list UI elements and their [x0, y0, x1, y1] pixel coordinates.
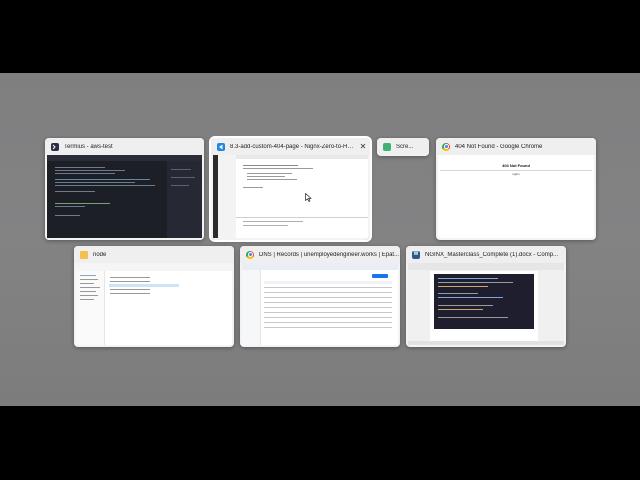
window-snip[interactable]: Scre... — [377, 138, 429, 156]
window-preview: 404 Not Found nginx — [438, 155, 594, 238]
termius-icon — [51, 142, 59, 151]
chrome-icon — [246, 250, 254, 259]
chrome-icon — [442, 142, 450, 151]
close-icon[interactable]: ✕ — [356, 142, 370, 151]
window-preview — [47, 155, 202, 238]
titlebar: 404 Not Found - Google Chrome — [436, 138, 596, 155]
window-preview — [76, 263, 232, 345]
window-vscode[interactable]: 8.3-add-custom-404-page - Nignx-Zero-to-… — [209, 136, 372, 242]
window-title: 404 Not Found - Google Chrome — [455, 143, 543, 150]
page-heading: 404 Not Found — [502, 163, 530, 168]
snipping-tool-icon — [383, 142, 391, 151]
window-title: Termius - aws-test — [64, 143, 113, 150]
window-termius[interactable]: Termius - aws-test — [45, 138, 204, 240]
window-preview — [213, 155, 368, 238]
window-preview — [242, 263, 398, 345]
folder-icon — [80, 250, 88, 259]
titlebar: Scre... — [377, 138, 429, 155]
titlebar: Termius - aws-test — [45, 138, 204, 155]
page-footer: nginx — [512, 172, 520, 176]
window-title: Scre... — [396, 143, 414, 150]
vscode-icon — [217, 142, 225, 151]
window-preview — [408, 263, 564, 345]
window-word[interactable]: W NGINX_Masterclass_Complete (1).docx - … — [406, 246, 566, 347]
window-title: 8.3-add-custom-404-page - Nignx-Zero-to-… — [230, 143, 356, 150]
titlebar: 8.3-add-custom-404-page - Nignx-Zero-to-… — [211, 138, 370, 155]
window-title: DNS | Records | unemployedengineer.works… — [259, 251, 400, 258]
mouse-cursor-icon — [305, 193, 312, 202]
titlebar: node — [74, 246, 234, 263]
window-chrome-dns[interactable]: DNS | Records | unemployedengineer.works… — [240, 246, 400, 347]
titlebar: DNS | Records | unemployedengineer.works… — [240, 246, 400, 263]
window-title: node — [93, 251, 107, 258]
window-explorer-node[interactable]: node — [74, 246, 234, 347]
titlebar: W NGINX_Masterclass_Complete (1).docx - … — [406, 246, 566, 263]
word-icon: W — [412, 250, 420, 259]
window-title: NGINX_Masterclass_Complete (1).docx - Co… — [425, 251, 559, 258]
window-chrome-404[interactable]: 404 Not Found - Google Chrome 404 Not Fo… — [436, 138, 596, 240]
